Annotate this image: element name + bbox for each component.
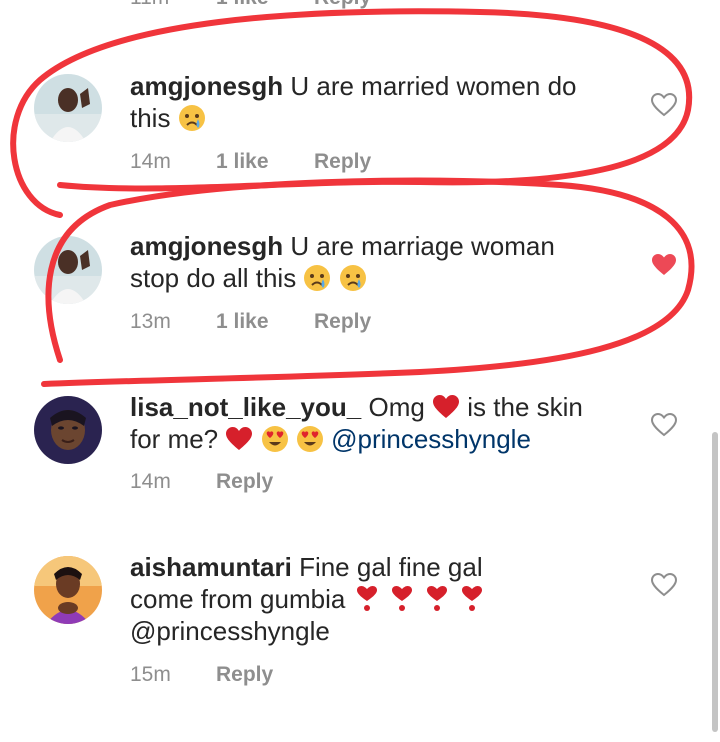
mention-link[interactable]: @princesshyngle [130, 616, 330, 646]
heart-exclamation-icon [458, 585, 486, 613]
comment-likes[interactable]: 1 like [216, 310, 314, 334]
avatar[interactable] [34, 74, 102, 142]
heart-exclamation-icon [423, 585, 451, 613]
reply-button[interactable]: Reply [314, 0, 371, 10]
mention-link[interactable]: @princesshyngle [331, 424, 531, 454]
avatar[interactable] [34, 236, 102, 304]
red-heart-icon [432, 393, 460, 421]
comment-username[interactable]: amgjonesgh [130, 71, 283, 101]
comment-likes[interactable]: 1 like [216, 0, 314, 10]
heart-outline-icon[interactable] [650, 92, 678, 118]
heart-filled-icon[interactable] [650, 252, 678, 278]
scrollbar[interactable] [712, 432, 718, 732]
heart-exclamation-icon [353, 585, 381, 613]
comment-text-line: stop do all this [130, 263, 297, 293]
comment-username[interactable]: lisa_not_like_you_ [130, 392, 361, 422]
comment-meta: 14m 1 like Reply [130, 150, 371, 174]
comment-text-line: Fine gal fine gal [299, 552, 483, 582]
reply-button[interactable]: Reply [216, 663, 273, 687]
comment-text-line: is the skin [467, 392, 583, 422]
comment-text-line: U are married women do [290, 71, 577, 101]
comment-time: 14m [130, 150, 171, 173]
comment-meta: 13m 1 like Reply [130, 310, 371, 334]
red-heart-icon [225, 425, 253, 453]
comment-text-line: U are marriage woman [290, 231, 555, 261]
comment-text-line: Omg [368, 392, 425, 422]
comment-text: amgjonesgh U are marriage woman stop do … [130, 230, 630, 294]
heart-outline-icon[interactable] [650, 412, 678, 438]
heart-outline-icon[interactable] [650, 572, 678, 598]
comment-time: 15m [130, 663, 171, 686]
comment-username[interactable]: aishamuntari [130, 552, 292, 582]
avatar[interactable] [34, 556, 102, 624]
comment-text-line: for me? [130, 424, 219, 454]
crying-face-icon [178, 104, 206, 132]
crying-face-icon [303, 264, 331, 292]
comment-likes[interactable]: 1 like [216, 150, 314, 174]
comment-text: amgjonesgh U are married women do this [130, 70, 630, 134]
comment-text: lisa_not_like_you_ Omg is the skin for m… [130, 391, 630, 455]
heart-exclamation-icon [388, 585, 416, 613]
comment-time: 14m [130, 470, 171, 493]
comment-time: 13m [130, 310, 171, 333]
comment-meta: 14m Reply [130, 470, 273, 494]
reply-button[interactable]: Reply [216, 470, 273, 494]
comment-username[interactable]: amgjonesgh [130, 231, 283, 261]
heart-eyes-face-icon [261, 425, 289, 453]
comment-time: 11m [130, 0, 216, 10]
reply-button[interactable]: Reply [314, 150, 371, 174]
comment-text: aishamuntari Fine gal fine gal come from… [130, 551, 630, 647]
avatar[interactable] [34, 396, 102, 464]
crying-face-icon [339, 264, 367, 292]
comment-text-line: this [130, 103, 171, 133]
comment-meta: 15m Reply [130, 663, 273, 687]
comment-text-line: come from gumbia [130, 584, 346, 614]
reply-button[interactable]: Reply [314, 310, 371, 334]
partial-comment-meta: 11m 1 like Reply [130, 0, 371, 10]
heart-eyes-face-icon [296, 425, 324, 453]
